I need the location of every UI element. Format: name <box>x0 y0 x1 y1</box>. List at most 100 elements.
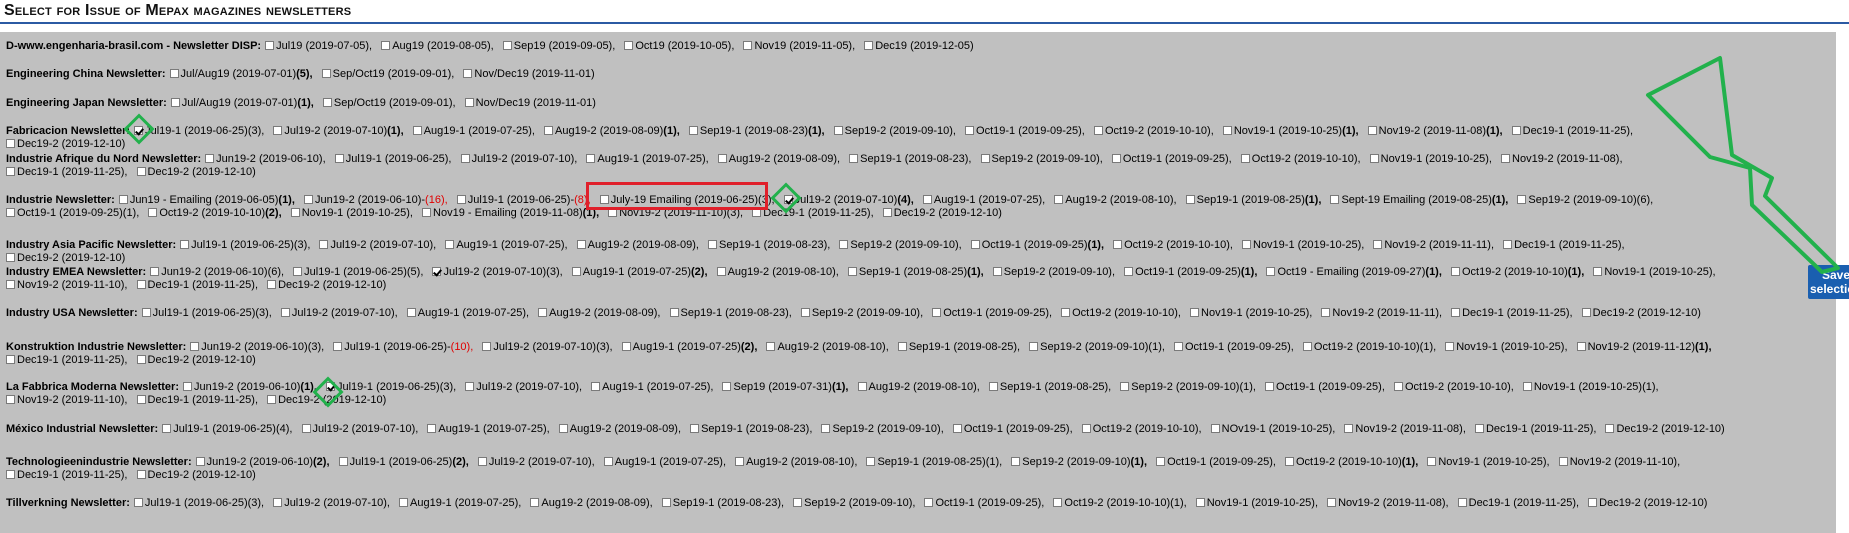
issue-checkbox[interactable] <box>1511 126 1521 135</box>
issue-checkbox[interactable] <box>952 424 962 433</box>
issue-checkbox[interactable] <box>381 41 391 50</box>
issue-option[interactable]: Dec19-1 (2019-11-25), <box>1474 423 1596 435</box>
issue-option[interactable]: Oct19-2 (2019-10-10)(1), <box>1284 456 1418 468</box>
issue-checkbox[interactable] <box>195 457 205 466</box>
issue-option[interactable]: Oct19-2 (2019-10-10), <box>1093 125 1214 137</box>
issue-checkbox[interactable] <box>558 424 568 433</box>
issue-checkbox[interactable] <box>586 154 596 163</box>
issue-option[interactable]: Oct19-1 (2019-09-25), <box>1111 153 1232 165</box>
issue-option[interactable]: Oct19-1 (2019-09-25)(1), <box>6 207 139 219</box>
issue-checkbox[interactable] <box>1517 195 1527 204</box>
issue-option[interactable]: Nov19-1 (2019-10-25), <box>1190 307 1312 319</box>
issue-checkbox[interactable] <box>464 98 474 107</box>
issue-option[interactable]: Nov19-2 (2019-11-10), <box>6 279 127 291</box>
issue-checkbox[interactable] <box>1284 457 1294 466</box>
issue-option[interactable]: Dec19-2 (2019-12-10) <box>1581 307 1701 319</box>
issue-option[interactable]: Oct19-1 (2019-09-25), <box>1173 341 1294 353</box>
issue-checkbox[interactable] <box>866 457 876 466</box>
issue-checkbox[interactable] <box>800 308 810 317</box>
issue-checkbox[interactable] <box>988 382 998 391</box>
issue-checkbox[interactable] <box>1266 267 1276 276</box>
issue-option[interactable]: Aug19-1 (2019-07-25)(2), <box>571 266 708 278</box>
issue-option[interactable]: Oct19-2 (2019-10-10), <box>1240 153 1361 165</box>
issue-checkbox[interactable] <box>6 167 15 176</box>
issue-checkbox[interactable] <box>882 208 892 217</box>
issue-option[interactable]: Oct19-2 (2019-10-10)(1), <box>1302 341 1436 353</box>
issue-option[interactable]: Aug19-1 (2019-07-25), <box>412 125 535 137</box>
issue-checkbox[interactable] <box>406 308 416 317</box>
issue-option[interactable]: Aug19-1 (2019-07-25), <box>399 497 521 509</box>
issue-option[interactable]: Dec19-2 (2019-12-10) <box>6 252 125 264</box>
issue-option[interactable]: Jul19-2 (2019-07-10)(1), <box>273 125 404 137</box>
issue-option[interactable]: Jul19-2 (2019-07-10), <box>465 381 582 393</box>
issue-option[interactable]: Oct19-2 (2019-10-10), <box>1061 307 1181 319</box>
issue-option[interactable]: Oct19-1 (2019-09-25)(1), <box>970 239 1104 251</box>
issue-checkbox[interactable] <box>1503 240 1513 249</box>
issue-option[interactable]: Sep/Oct19 (2019-09-01), <box>321 68 454 80</box>
issue-option[interactable]: Oct19-1 (2019-09-25), <box>1265 381 1385 393</box>
issue-option[interactable]: Aug19-2 (2019-08-09), <box>538 307 660 319</box>
save-selection-button[interactable]: Save selection <box>1808 265 1849 299</box>
issue-checkbox[interactable] <box>1054 195 1064 204</box>
issue-checkbox[interactable] <box>897 342 907 351</box>
issue-option[interactable]: Jul/Aug19 (2019-07-01)(5), <box>169 68 313 80</box>
issue-checkbox[interactable] <box>301 424 311 433</box>
issue-option[interactable]: Dec19-1 (2019-11-25), <box>752 207 874 219</box>
issue-option[interactable]: Oct19-1 (2019-09-25), <box>965 125 1085 137</box>
issue-checkbox[interactable] <box>1605 424 1615 433</box>
issue-option[interactable]: Jul19-2 (2019-07-10), <box>280 307 398 319</box>
issue-checkbox[interactable] <box>717 154 727 163</box>
issue-checkbox[interactable] <box>273 126 283 135</box>
issue-checkbox[interactable] <box>1029 342 1039 351</box>
issue-option[interactable]: Dec19 (2019-12-05) <box>864 40 974 52</box>
issue-option[interactable]: Sep19 (2019-07-31)(1), <box>722 381 848 393</box>
issue-option[interactable]: Dec19-2 (2019-12-10) <box>1588 497 1707 509</box>
issue-checkbox[interactable] <box>1240 154 1250 163</box>
issue-option[interactable]: Dec19-1 (2019-11-25), <box>1457 497 1579 509</box>
issue-option[interactable]: Sep/Oct19 (2019-09-01), <box>322 97 456 109</box>
issue-checkbox[interactable] <box>1457 498 1467 507</box>
issue-option[interactable]: Nov19-2 (2019-11-08), <box>1501 153 1623 165</box>
issue-option[interactable]: Nov19-2 (2019-11-11), <box>1373 239 1494 251</box>
issue-option[interactable]: Sep19-1 (2019-08-23)(1), <box>688 125 825 137</box>
issue-option[interactable]: Nov19-2 (2019-11-11), <box>1321 307 1442 319</box>
issue-option[interactable]: Nov19 - Emailing (2019-11-08)(1), <box>422 207 599 219</box>
issue-checkbox[interactable] <box>1093 126 1103 135</box>
issue-option[interactable]: Aug19-1 (2019-07-25), <box>427 423 550 435</box>
issue-checkbox[interactable] <box>399 498 409 507</box>
issue-checkbox[interactable] <box>169 69 179 78</box>
issue-checkbox[interactable] <box>538 308 548 317</box>
issue-checkbox[interactable] <box>1011 457 1021 466</box>
issue-checkbox[interactable] <box>766 342 776 351</box>
issue-checkbox[interactable] <box>1450 267 1460 276</box>
issue-option[interactable]: Nov19-2 (2019-11-10), <box>1558 456 1680 468</box>
issue-checkbox[interactable] <box>716 267 726 276</box>
issue-option[interactable]: Aug19-2 (2019-08-10), <box>766 341 889 353</box>
issue-checkbox[interactable] <box>932 308 942 317</box>
issue-checkbox[interactable] <box>624 41 634 50</box>
issue-option[interactable]: Dec19-2 (2019-12-10) <box>136 166 256 178</box>
issue-checkbox[interactable] <box>432 267 442 276</box>
issue-option[interactable]: Aug19 (2019-08-05), <box>381 40 494 52</box>
issue-option[interactable]: Jul19-2 (2019-07-10)(3), <box>482 341 613 353</box>
issue-option[interactable]: Jul19-1 (2019-06-25)(2), <box>338 456 469 468</box>
issue-checkbox[interactable] <box>793 498 803 507</box>
issue-option[interactable]: Jul19-2 (2019-07-10)(4), <box>783 194 914 206</box>
issue-option[interactable]: Sep19-2 (2019-09-10)(1), <box>1029 341 1165 353</box>
issue-checkbox[interactable] <box>1124 267 1134 276</box>
issue-checkbox[interactable] <box>847 267 857 276</box>
issue-checkbox[interactable] <box>303 195 313 204</box>
issue-checkbox[interactable] <box>1173 342 1183 351</box>
issue-option[interactable]: Oct19 - Emailing (2019-09-27)(1), <box>1266 266 1442 278</box>
issue-option[interactable]: Nov19-1 (2019-10-25), <box>290 207 413 219</box>
issue-option[interactable]: Dec19-1 (2019-11-25), <box>1451 307 1573 319</box>
issue-option[interactable]: Aug19-2 (2019-08-10), <box>857 381 980 393</box>
issue-option[interactable]: Nov19-1 (2019-10-25), <box>1427 456 1550 468</box>
issue-option[interactable]: Aug19-1 (2019-07-25), <box>591 381 713 393</box>
issue-option[interactable]: Sep19-1 (2019-08-23), <box>669 307 792 319</box>
issue-checkbox[interactable] <box>833 126 843 135</box>
issue-option[interactable]: Jul19-1 (2019-06-25)(5), <box>293 266 423 278</box>
issue-checkbox[interactable] <box>688 126 698 135</box>
issue-checkbox[interactable] <box>1393 382 1403 391</box>
issue-checkbox[interactable] <box>1222 126 1232 135</box>
